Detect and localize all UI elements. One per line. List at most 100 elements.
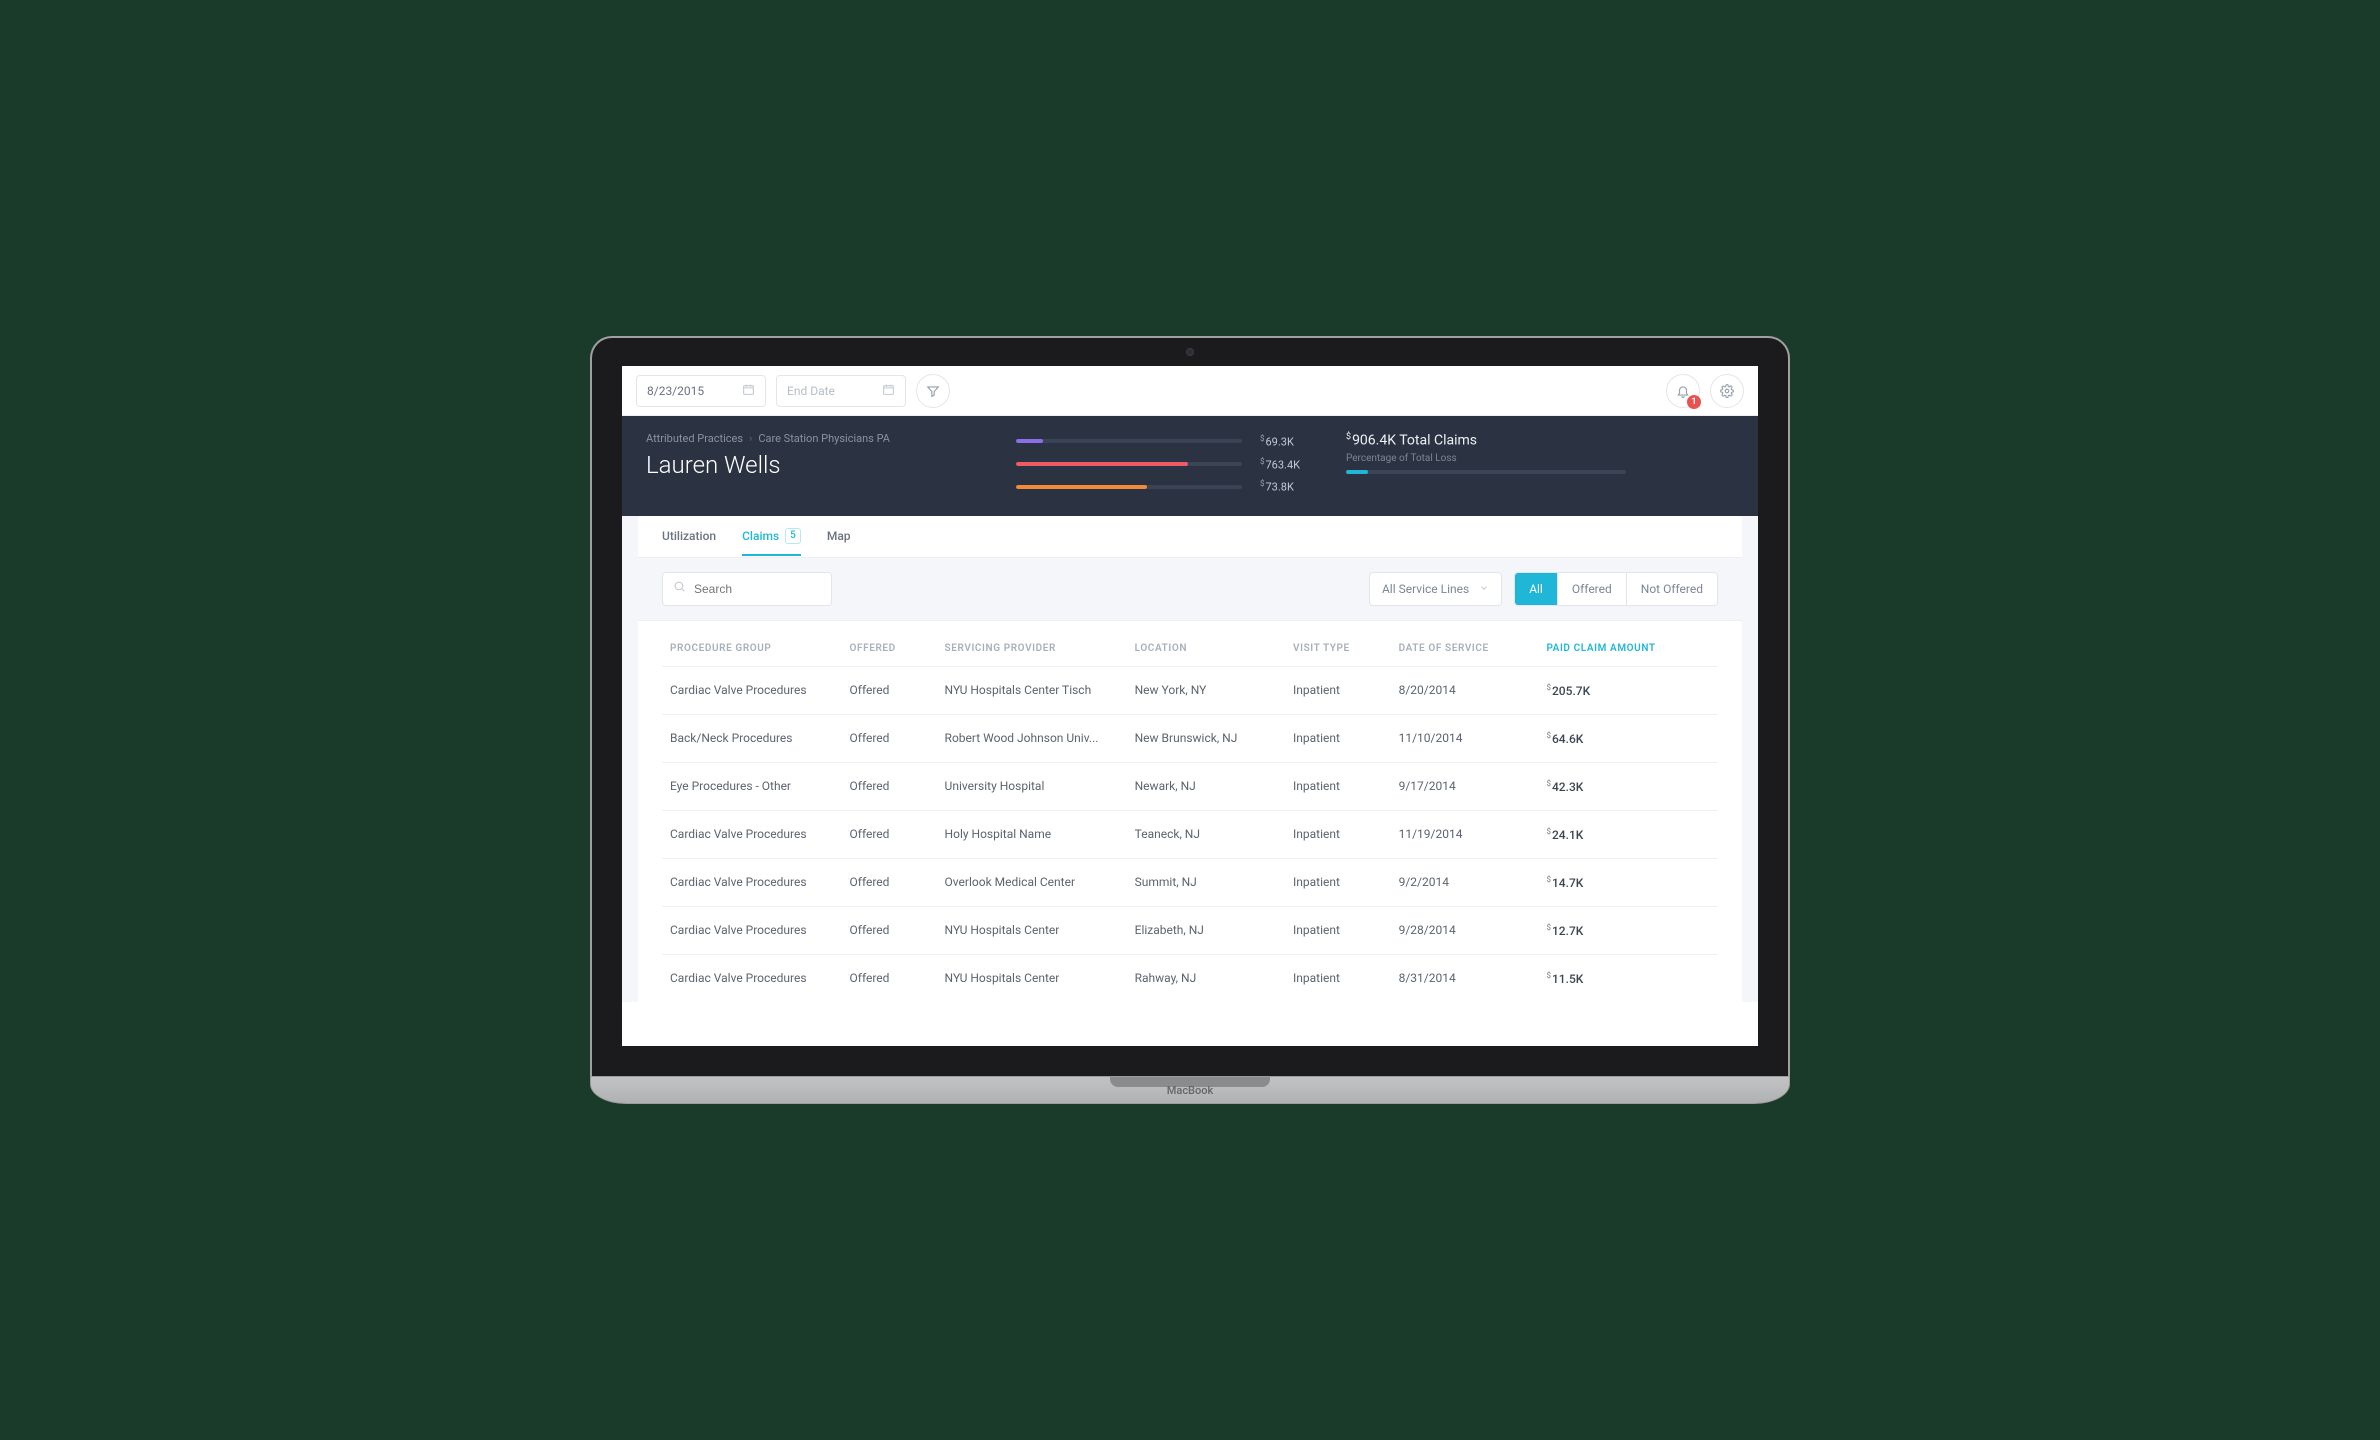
- search-input[interactable]: [662, 572, 832, 606]
- bell-icon: [1676, 384, 1690, 398]
- cell-provider: Robert Wood Johnson Univ...: [937, 714, 1127, 762]
- cell-date: 9/17/2014: [1391, 762, 1539, 810]
- start-date-value: 8/23/2015: [647, 384, 704, 398]
- cell-offered: Offered: [842, 810, 937, 858]
- device-label: MacBook: [1167, 1084, 1213, 1097]
- table-row[interactable]: Cardiac Valve ProceduresOfferedNYU Hospi…: [662, 666, 1718, 714]
- cell-location: Summit, NJ: [1127, 858, 1285, 906]
- tab-label: Claims: [742, 529, 779, 543]
- col-date-of-service[interactable]: Date of Service: [1391, 621, 1539, 667]
- bar-value: $763.4K: [1260, 457, 1316, 472]
- claims-table-wrap: Procedure Group Offered Servicing Provid…: [638, 621, 1742, 1002]
- chevron-down-icon: [1479, 582, 1489, 596]
- laptop-frame: 8/23/2015 End Date 1: [590, 336, 1790, 1104]
- filter-row: All Service Lines AllOfferedNot Offered: [638, 558, 1742, 621]
- summary-bar-row: $73.8K: [1016, 479, 1316, 494]
- col-servicing-provider[interactable]: Servicing Provider: [937, 621, 1127, 667]
- end-date-placeholder: End Date: [787, 384, 835, 398]
- notifications-button[interactable]: 1: [1666, 374, 1700, 408]
- cell-date: 11/19/2014: [1391, 810, 1539, 858]
- bar-value: $73.8K: [1260, 479, 1316, 494]
- bar-track: [1016, 462, 1242, 466]
- cell-visit-type: Inpatient: [1285, 954, 1391, 1002]
- tab-label: Map: [827, 529, 851, 543]
- cell-provider: NYU Hospitals Center: [937, 906, 1127, 954]
- cell-visit-type: Inpatient: [1285, 762, 1391, 810]
- col-location[interactable]: Location: [1127, 621, 1285, 667]
- filter-button[interactable]: [916, 374, 950, 408]
- summary-bar-row: $69.3K: [1016, 434, 1316, 449]
- notification-badge: 1: [1687, 395, 1701, 409]
- patient-name: Lauren Wells: [646, 451, 986, 479]
- patient-header: Attributed Practices › Care Station Phys…: [622, 416, 1758, 516]
- tab-map[interactable]: Map: [827, 517, 851, 555]
- table-row[interactable]: Cardiac Valve ProceduresOfferedNYU Hospi…: [662, 954, 1718, 1002]
- laptop-bezel: 8/23/2015 End Date 1: [590, 336, 1790, 1076]
- table-row[interactable]: Back/Neck ProceduresOfferedRobert Wood J…: [662, 714, 1718, 762]
- cell-provider: Holy Hospital Name: [937, 810, 1127, 858]
- end-date-input[interactable]: End Date: [776, 375, 906, 407]
- col-paid-claim-amount[interactable]: Paid Claim Amount: [1538, 621, 1718, 667]
- cell-procedure-group: Cardiac Valve Procedures: [662, 954, 842, 1002]
- bar-track: [1016, 485, 1242, 489]
- gear-icon: [1720, 384, 1734, 398]
- cell-procedure-group: Cardiac Valve Procedures: [662, 666, 842, 714]
- chevron-right-icon: ›: [749, 432, 752, 445]
- cell-procedure-group: Cardiac Valve Procedures: [662, 906, 842, 954]
- cell-location: New Brunswick, NJ: [1127, 714, 1285, 762]
- segment-all[interactable]: All: [1515, 573, 1558, 605]
- cell-procedure-group: Cardiac Valve Procedures: [662, 858, 842, 906]
- cell-location: New York, NY: [1127, 666, 1285, 714]
- table-row[interactable]: Cardiac Valve ProceduresOfferedNYU Hospi…: [662, 906, 1718, 954]
- col-visit-type[interactable]: Visit Type: [1285, 621, 1391, 667]
- service-line-select[interactable]: All Service Lines: [1369, 572, 1502, 606]
- cell-offered: Offered: [842, 954, 937, 1002]
- tab-count: 5: [785, 528, 801, 544]
- summary-bars: $69.3K $763.4K $73.8K: [1016, 432, 1316, 494]
- search-field[interactable]: [694, 582, 849, 596]
- cell-offered: Offered: [842, 858, 937, 906]
- segment-not-offered[interactable]: Not Offered: [1627, 573, 1717, 605]
- cell-amount: $24.1K: [1538, 810, 1718, 858]
- cell-date: 9/28/2014: [1391, 906, 1539, 954]
- cell-amount: $205.7K: [1538, 666, 1718, 714]
- tab-utilization[interactable]: Utilization: [662, 517, 716, 555]
- tab-claims[interactable]: Claims 5: [742, 516, 801, 556]
- col-offered[interactable]: Offered: [842, 621, 937, 667]
- start-date-input[interactable]: 8/23/2015: [636, 375, 766, 407]
- cell-procedure-group: Cardiac Valve Procedures: [662, 810, 842, 858]
- cell-visit-type: Inpatient: [1285, 714, 1391, 762]
- breadcrumb-root[interactable]: Attributed Practices: [646, 432, 743, 445]
- settings-button[interactable]: [1710, 374, 1744, 408]
- total-claims-subtitle: Percentage of Total Loss: [1346, 453, 1626, 464]
- cell-amount: $12.7K: [1538, 906, 1718, 954]
- bar-value: $69.3K: [1260, 434, 1316, 449]
- offered-filter-group: AllOfferedNot Offered: [1514, 572, 1718, 606]
- calendar-icon: [882, 383, 895, 399]
- service-line-value: All Service Lines: [1382, 582, 1469, 596]
- summary-bar-row: $763.4K: [1016, 457, 1316, 472]
- cell-procedure-group: Back/Neck Procedures: [662, 714, 842, 762]
- search-icon: [673, 580, 686, 597]
- cell-offered: Offered: [842, 714, 937, 762]
- table-row[interactable]: Cardiac Valve ProceduresOfferedHoly Hosp…: [662, 810, 1718, 858]
- total-claims-title: $906.4K Total Claims: [1346, 432, 1626, 449]
- claims-table: Procedure Group Offered Servicing Provid…: [662, 621, 1718, 1002]
- cell-date: 8/31/2014: [1391, 954, 1539, 1002]
- col-procedure-group[interactable]: Procedure Group: [662, 621, 842, 667]
- segment-offered[interactable]: Offered: [1558, 573, 1627, 605]
- cell-location: Elizabeth, NJ: [1127, 906, 1285, 954]
- table-row[interactable]: Cardiac Valve ProceduresOfferedOverlook …: [662, 858, 1718, 906]
- total-claims-block: $906.4K Total Claims Percentage of Total…: [1346, 432, 1626, 474]
- cell-location: Newark, NJ: [1127, 762, 1285, 810]
- table-row[interactable]: Eye Procedures - OtherOfferedUniversity …: [662, 762, 1718, 810]
- funnel-icon: [926, 384, 940, 398]
- calendar-icon: [742, 383, 755, 399]
- top-toolbar: 8/23/2015 End Date 1: [622, 366, 1758, 416]
- app-screen: 8/23/2015 End Date 1: [622, 366, 1758, 1046]
- total-claims-bar: [1346, 470, 1626, 474]
- cell-offered: Offered: [842, 906, 937, 954]
- breadcrumb-current[interactable]: Care Station Physicians PA: [758, 432, 890, 445]
- cell-offered: Offered: [842, 762, 937, 810]
- laptop-base: MacBook: [590, 1076, 1790, 1104]
